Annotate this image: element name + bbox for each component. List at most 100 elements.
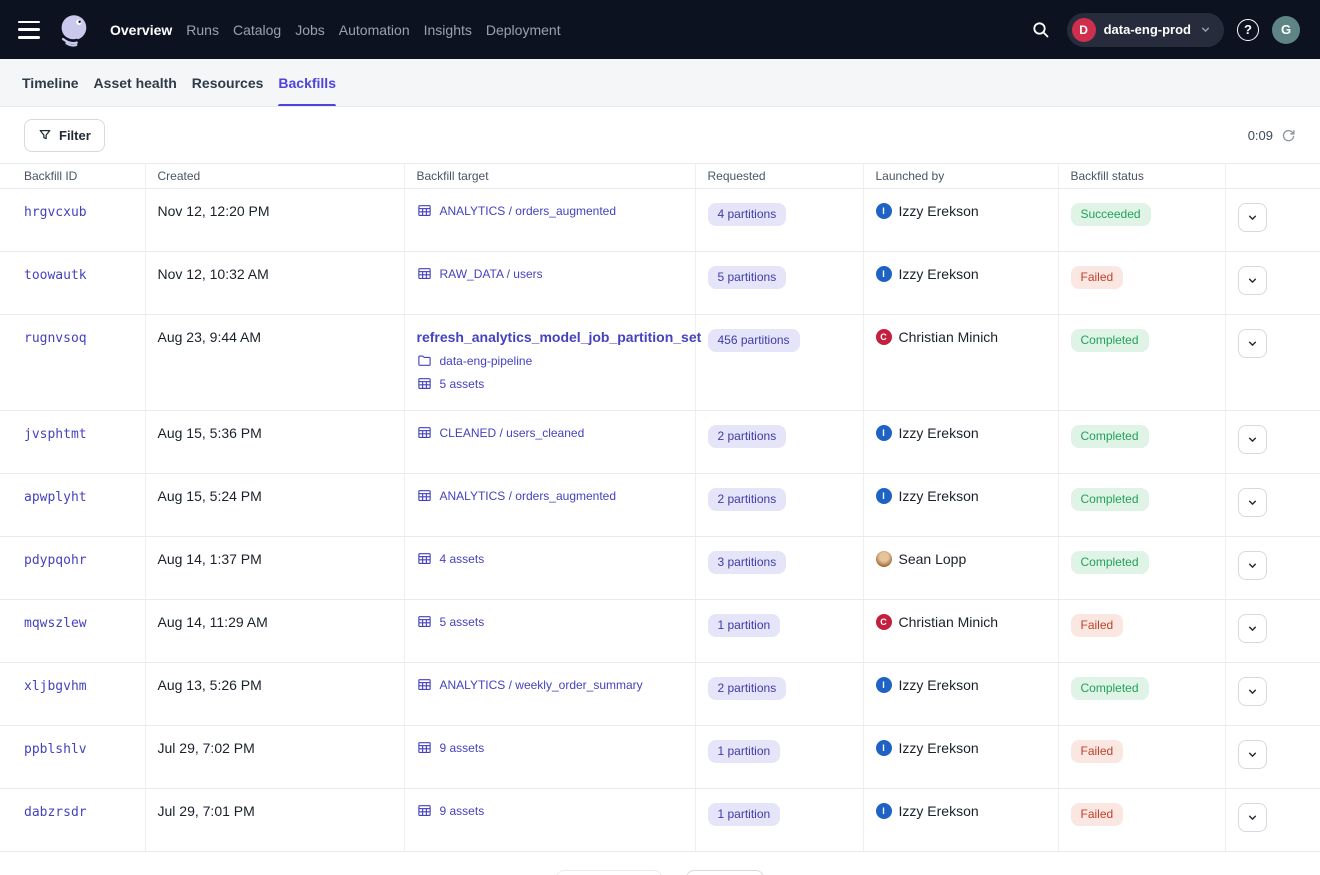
row-actions-button[interactable] xyxy=(1238,677,1267,706)
tab-backfills[interactable]: Backfills xyxy=(278,59,336,106)
row-actions-button[interactable] xyxy=(1238,803,1267,832)
filter-icon xyxy=(38,128,52,142)
backfill-target-link[interactable]: RAW_DATA / users xyxy=(440,267,543,281)
backfill-id-link[interactable]: jvsphtmt xyxy=(24,427,87,442)
launched-by-name: Izzy Erekson xyxy=(899,266,979,282)
table-row: pdypqohr Aug 14, 1:37 PM 4 assets 3 part… xyxy=(0,537,1320,600)
avatar: I xyxy=(876,488,892,504)
backfill-id-link[interactable]: rugnvsoq xyxy=(24,331,87,346)
target-detail-link[interactable]: data-eng-pipeline xyxy=(440,354,533,368)
table-row: rugnvsoq Aug 23, 9:44 AM refresh_analyti… xyxy=(0,315,1320,411)
backfill-id-link[interactable]: xljbgvhm xyxy=(24,679,87,694)
menu-hamburger-icon[interactable] xyxy=(18,21,42,39)
status-badge: Failed xyxy=(1071,740,1124,763)
requested-partitions-badge: 1 partition xyxy=(708,803,781,826)
status-badge: Completed xyxy=(1071,488,1149,511)
backfill-target-link[interactable]: ANALYTICS / orders_augmented xyxy=(440,204,617,218)
chevron-down-icon xyxy=(1246,811,1259,824)
status-badge: Failed xyxy=(1071,266,1124,289)
target-detail-line: data-eng-pipeline xyxy=(417,353,683,368)
target-detail-link[interactable]: 5 assets xyxy=(440,377,485,391)
next-page-button[interactable]: Next → xyxy=(686,870,764,875)
status-badge: Completed xyxy=(1071,551,1149,574)
backfill-target-link[interactable]: 4 assets xyxy=(440,552,485,566)
status-badge: Completed xyxy=(1071,425,1149,448)
status-badge: Completed xyxy=(1071,677,1149,700)
chevron-down-icon xyxy=(1246,622,1259,635)
backfill-id-link[interactable]: hrgvcxub xyxy=(24,205,87,220)
backfill-target-link[interactable]: ANALYTICS / orders_augmented xyxy=(440,489,617,503)
created-timestamp: Aug 23, 9:44 AM xyxy=(158,329,262,345)
row-actions-button[interactable] xyxy=(1238,329,1267,358)
nav-right-cluster: D data-eng-prod ? G xyxy=(1028,13,1300,47)
row-actions-button[interactable] xyxy=(1238,425,1267,454)
row-actions-button[interactable] xyxy=(1238,614,1267,643)
row-actions-button[interactable] xyxy=(1238,740,1267,769)
table-icon xyxy=(417,266,432,281)
view-tabs: Timeline Asset health Resources Backfill… xyxy=(0,59,1320,107)
table-row: dabzrsdr Jul 29, 7:01 PM 9 assets 1 part… xyxy=(0,789,1320,852)
nav-item-catalog[interactable]: Catalog xyxy=(233,16,281,44)
backfill-id-link[interactable]: ppblshlv xyxy=(24,742,87,757)
nav-item-runs[interactable]: Runs xyxy=(186,16,219,44)
avatar: C xyxy=(876,614,892,630)
col-backfill-status: Backfill status xyxy=(1058,164,1225,189)
chevron-down-icon xyxy=(1246,211,1259,224)
tab-timeline[interactable]: Timeline xyxy=(22,59,79,106)
launched-by-name: Izzy Erekson xyxy=(899,203,979,219)
avatar: I xyxy=(876,740,892,756)
backfill-target-link[interactable]: 9 assets xyxy=(440,804,485,818)
filter-button[interactable]: Filter xyxy=(24,119,105,152)
backfill-id-link[interactable]: apwplyht xyxy=(24,490,87,505)
backfill-target-link[interactable]: refresh_analytics_model_job_partition_se… xyxy=(417,329,702,345)
backfill-id-link[interactable]: pdypqohr xyxy=(24,553,87,568)
nav-item-insights[interactable]: Insights xyxy=(424,16,472,44)
row-actions-button[interactable] xyxy=(1238,266,1267,295)
table-icon xyxy=(417,488,432,503)
chevron-down-icon xyxy=(1246,748,1259,761)
backfill-target-link[interactable]: ANALYTICS / weekly_order_summary xyxy=(440,678,643,692)
workspace-label: data-eng-prod xyxy=(1104,22,1191,37)
avatar: I xyxy=(876,425,892,441)
previous-page-button[interactable]: ← Previous xyxy=(556,870,662,875)
help-icon[interactable]: ? xyxy=(1237,19,1259,41)
user-avatar[interactable]: G xyxy=(1272,16,1300,44)
refresh-countdown: 0:09 xyxy=(1248,128,1273,143)
backfill-target-link[interactable]: 5 assets xyxy=(440,615,485,629)
nav-item-overview[interactable]: Overview xyxy=(110,16,172,44)
table-icon xyxy=(417,425,432,440)
chevron-down-icon xyxy=(1246,559,1259,572)
backfill-target-link[interactable]: 9 assets xyxy=(440,741,485,755)
requested-partitions-badge: 2 partitions xyxy=(708,425,787,448)
backfill-id-link[interactable]: mqwszlew xyxy=(24,616,87,631)
nav-item-automation[interactable]: Automation xyxy=(339,16,410,44)
backfill-id-link[interactable]: toowautk xyxy=(24,268,87,283)
table-row: ppblshlv Jul 29, 7:02 PM 9 assets 1 part… xyxy=(0,726,1320,789)
launched-by-name: Christian Minich xyxy=(899,614,999,630)
table-icon xyxy=(417,203,432,218)
launched-by-name: Christian Minich xyxy=(899,329,999,345)
row-actions-button[interactable] xyxy=(1238,551,1267,580)
launched-by-name: Izzy Erekson xyxy=(899,740,979,756)
launched-by-name: Izzy Erekson xyxy=(899,803,979,819)
row-actions-button[interactable] xyxy=(1238,488,1267,517)
workspace-switcher[interactable]: D data-eng-prod xyxy=(1067,13,1224,47)
table-row: jvsphtmt Aug 15, 5:36 PM CLEANED / users… xyxy=(0,411,1320,474)
created-timestamp: Aug 14, 11:29 AM xyxy=(158,614,268,630)
tab-asset-health[interactable]: Asset health xyxy=(94,59,177,106)
nav-item-deployment[interactable]: Deployment xyxy=(486,16,561,44)
row-actions-button[interactable] xyxy=(1238,203,1267,232)
backfill-id-link[interactable]: dabzrsdr xyxy=(24,805,87,820)
created-timestamp: Jul 29, 7:01 PM xyxy=(158,803,255,819)
search-icon[interactable] xyxy=(1028,17,1054,43)
created-timestamp: Aug 13, 5:26 PM xyxy=(158,677,262,693)
nav-item-jobs[interactable]: Jobs xyxy=(295,16,325,44)
col-actions xyxy=(1225,164,1320,189)
refresh-icon[interactable] xyxy=(1281,128,1296,143)
table-row: apwplyht Aug 15, 5:24 PM ANALYTICS / ord… xyxy=(0,474,1320,537)
backfill-target-link[interactable]: CLEANED / users_cleaned xyxy=(440,426,585,440)
tab-resources[interactable]: Resources xyxy=(192,59,264,106)
col-launched-by: Launched by xyxy=(863,164,1058,189)
dagster-logo[interactable] xyxy=(54,11,92,49)
status-badge: Failed xyxy=(1071,614,1124,637)
